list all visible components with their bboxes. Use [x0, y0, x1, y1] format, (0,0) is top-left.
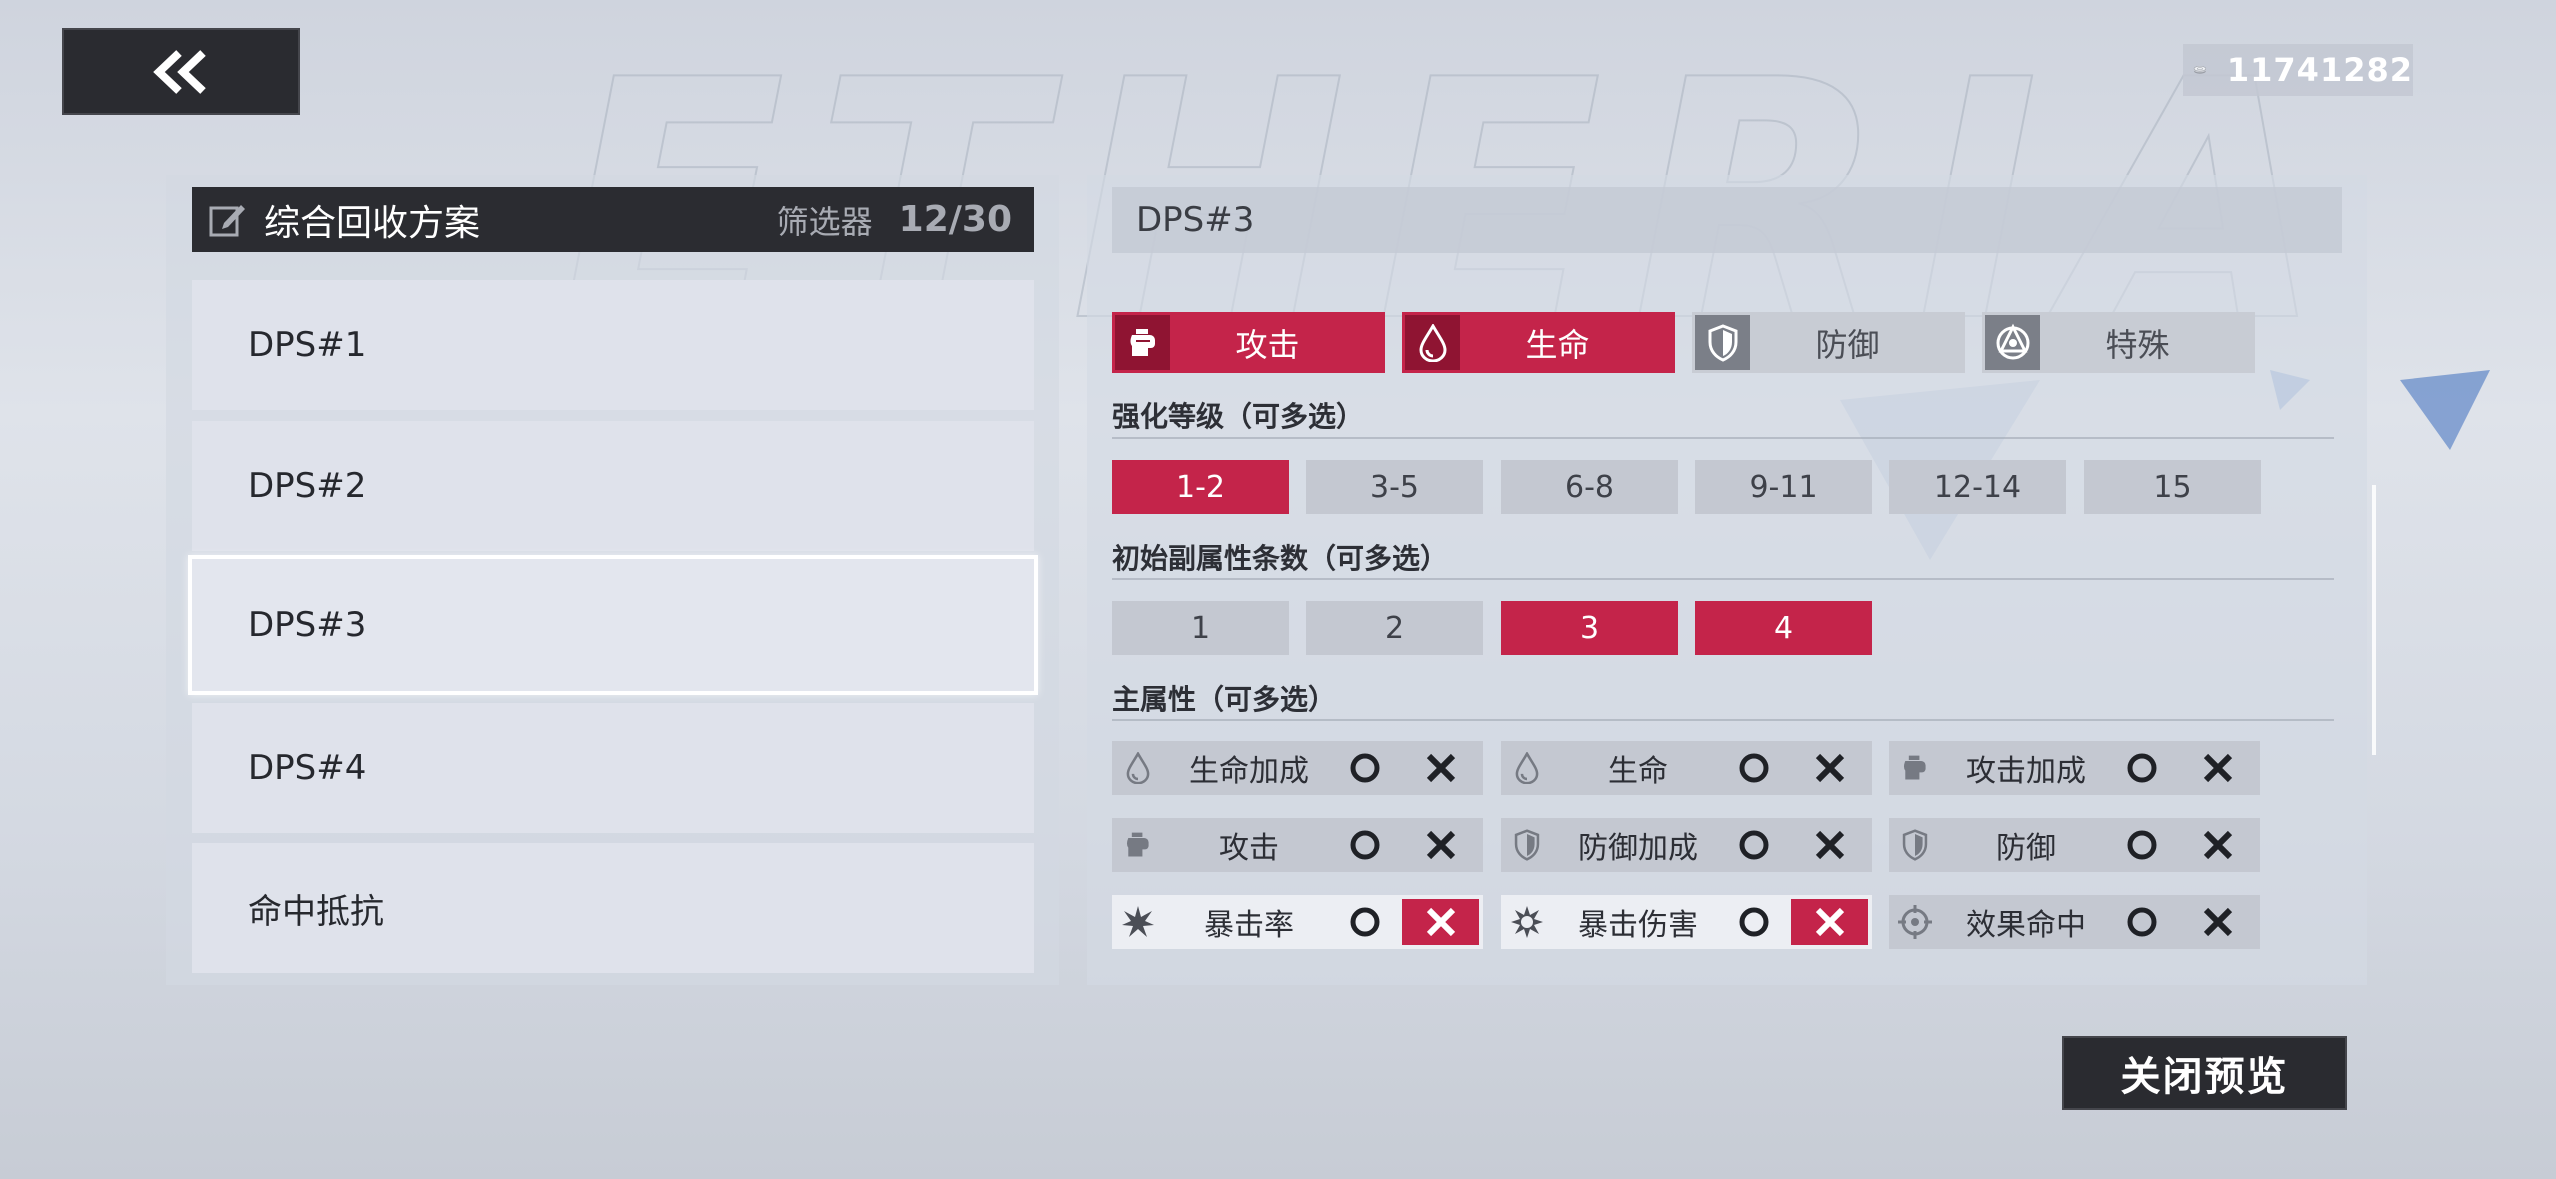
- plan-list-item[interactable]: 命中抵抗: [192, 843, 1034, 973]
- set-special-button[interactable]: 特殊: [1982, 312, 2255, 373]
- section-divider: [1112, 578, 2334, 580]
- enhance-option[interactable]: 6-8: [1501, 460, 1678, 514]
- plan-list-panel: 综合回收方案 筛选器 12/30 DPS#1 DPS#2 DPS#3 DPS#4…: [166, 175, 1059, 985]
- shield-icon: [1501, 818, 1553, 872]
- main-stat-item: 生命加成: [1112, 741, 1483, 795]
- exclude-x-icon[interactable]: [2179, 899, 2256, 945]
- include-circle-icon[interactable]: [1334, 895, 1396, 949]
- main-stat-item: 暴击率: [1112, 895, 1483, 949]
- fist-icon: [1889, 741, 1941, 795]
- edit-icon[interactable]: [208, 201, 246, 239]
- exclude-x-icon[interactable]: [1791, 745, 1868, 791]
- exclude-x-icon[interactable]: [1402, 899, 1479, 945]
- section-divider: [1112, 437, 2334, 439]
- background-triangle: [2400, 370, 2490, 450]
- drop-icon: [1405, 315, 1460, 370]
- substat-count-option[interactable]: 1: [1112, 601, 1289, 655]
- main-stat-label: 防御: [1996, 831, 2056, 866]
- silver-coin-icon: [2193, 65, 2207, 74]
- enhance-level-title: 强化等级（可多选）: [1112, 400, 1365, 433]
- include-circle-icon[interactable]: [1334, 818, 1396, 872]
- main-stat-item: 效果命中: [1889, 895, 2260, 949]
- plan-detail-panel: DPS#3 攻击 生命 防御 特殊 强化等级（可多选） 1-2 3-5 6-8 …: [1087, 175, 2367, 985]
- main-stat-item: 攻击: [1112, 818, 1483, 872]
- set-attack-button[interactable]: 攻击: [1112, 312, 1385, 373]
- enhance-option[interactable]: 12-14: [1889, 460, 2066, 514]
- include-circle-icon[interactable]: [1723, 895, 1785, 949]
- set-defense-label: 防御: [1815, 325, 1880, 364]
- set-defense-button[interactable]: 防御: [1692, 312, 1965, 373]
- exclude-x-icon[interactable]: [1402, 745, 1479, 791]
- set-health-button[interactable]: 生命: [1402, 312, 1675, 373]
- main-stat-item: 防御加成: [1501, 818, 1872, 872]
- plan-list-item[interactable]: DPS#2: [192, 421, 1034, 551]
- main-stat-item: 攻击加成: [1889, 741, 2260, 795]
- fist-icon: [1112, 818, 1164, 872]
- enhance-option[interactable]: 15: [2084, 460, 2261, 514]
- main-stat-label: 攻击: [1219, 831, 1279, 866]
- gear-burst-icon: [1501, 895, 1553, 949]
- back-button[interactable]: [62, 28, 300, 115]
- include-circle-icon[interactable]: [1723, 818, 1785, 872]
- exclude-x-icon[interactable]: [1791, 899, 1868, 945]
- drop-icon: [1501, 741, 1553, 795]
- main-stat-label: 防御加成: [1578, 831, 1698, 866]
- filter-label: 筛选器: [776, 202, 873, 241]
- currency-display: 11741282: [2183, 44, 2413, 96]
- plan-list-header: 综合回收方案 筛选器 12/30: [192, 187, 1034, 252]
- include-circle-icon[interactable]: [2111, 818, 2173, 872]
- include-circle-icon[interactable]: [1723, 741, 1785, 795]
- plan-list-title: 综合回收方案: [264, 202, 481, 244]
- special-icon: [1985, 315, 2040, 370]
- main-stat-label: 暴击伤害: [1578, 908, 1698, 943]
- main-stat-label: 攻击加成: [1966, 754, 2086, 789]
- main-stat-label: 生命加成: [1189, 754, 1309, 789]
- enhance-option[interactable]: 9-11: [1695, 460, 1872, 514]
- main-stat-title: 主属性（可多选）: [1112, 683, 1337, 716]
- drop-icon: [1112, 741, 1164, 795]
- substat-count-title: 初始副属性条数（可多选）: [1112, 542, 1449, 575]
- plan-list-item[interactable]: DPS#4: [192, 703, 1034, 833]
- exclude-x-icon[interactable]: [1791, 822, 1868, 868]
- main-stat-item: 暴击伤害: [1501, 895, 1872, 949]
- main-stat-item: 防御: [1889, 818, 2260, 872]
- target-icon: [1889, 895, 1941, 949]
- double-chevron-left-icon: [153, 49, 206, 94]
- enhance-option[interactable]: 3-5: [1306, 460, 1483, 514]
- close-preview-button[interactable]: 关闭预览: [2062, 1036, 2347, 1110]
- include-circle-icon[interactable]: [2111, 895, 2173, 949]
- section-divider: [1112, 719, 2334, 721]
- shield-icon: [1889, 818, 1941, 872]
- exclude-x-icon[interactable]: [2179, 745, 2256, 791]
- main-stat-label: 效果命中: [1966, 908, 2086, 943]
- substat-count-option[interactable]: 4: [1695, 601, 1872, 655]
- currency-amount: 11741282: [2226, 51, 2413, 89]
- set-attack-label: 攻击: [1235, 325, 1300, 364]
- exclude-x-icon[interactable]: [1402, 822, 1479, 868]
- main-stat-label: 暴击率: [1204, 908, 1294, 943]
- main-stat-item: 生命: [1501, 741, 1872, 795]
- include-circle-icon[interactable]: [2111, 741, 2173, 795]
- set-health-label: 生命: [1525, 325, 1590, 364]
- filter-count: 12/30: [898, 199, 1012, 240]
- include-circle-icon[interactable]: [1334, 741, 1396, 795]
- exclude-x-icon[interactable]: [2179, 822, 2256, 868]
- main-stat-label: 生命: [1608, 754, 1668, 789]
- substat-count-option[interactable]: 3: [1501, 601, 1678, 655]
- burst-icon: [1112, 895, 1164, 949]
- plan-name-field[interactable]: DPS#3: [1112, 187, 2342, 253]
- shield-icon: [1695, 315, 1750, 370]
- set-special-label: 特殊: [2105, 325, 2170, 364]
- enhance-option[interactable]: 1-2: [1112, 460, 1289, 514]
- substat-count-option[interactable]: 2: [1306, 601, 1483, 655]
- plan-list-item-selected[interactable]: DPS#3: [188, 555, 1038, 695]
- fist-icon: [1115, 315, 1170, 370]
- detail-scrollbar[interactable]: [2372, 485, 2376, 755]
- plan-list-item[interactable]: DPS#1: [192, 280, 1034, 410]
